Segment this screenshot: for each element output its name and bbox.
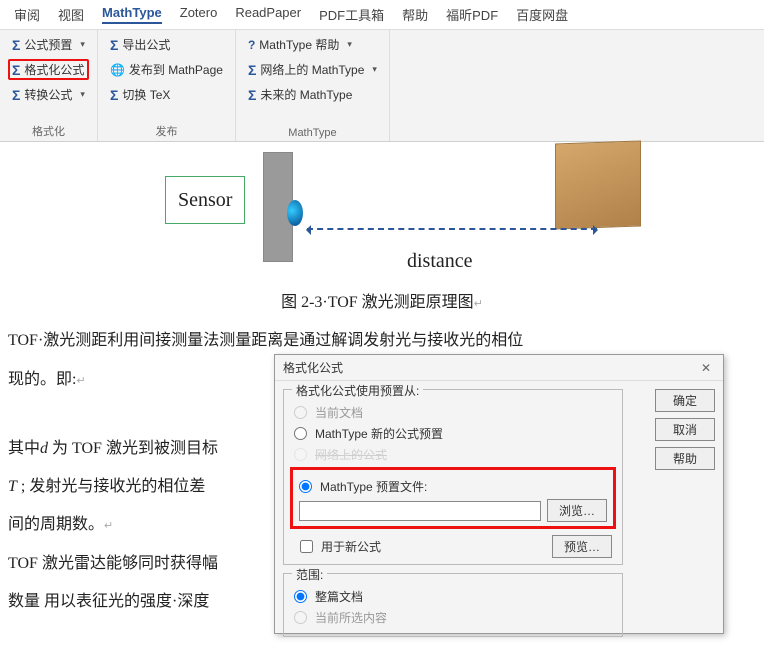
- sigma-icon: Σ: [12, 37, 20, 53]
- mt-help-button[interactable]: ? MathType 帮助 ▾: [244, 34, 381, 55]
- radio-current-doc: 当前文档: [294, 404, 612, 421]
- tab-readpaper[interactable]: ReadPaper: [235, 5, 301, 24]
- cancel-button[interactable]: 取消: [655, 418, 715, 441]
- figure-caption: 图 2-3·TOF 激光测距原理图↵: [8, 288, 756, 318]
- preset-button[interactable]: Σ公式预置 ▾: [8, 34, 89, 55]
- tab-pdftools[interactable]: PDF工具箱: [319, 5, 384, 24]
- format-equation-dialog: 格式化公式 ✕ 确定 取消 帮助 格式化公式使用预置从: 当前文档 MathTy…: [274, 354, 724, 634]
- ribbon-tabs: 审阅 视图 MathType Zotero ReadPaper PDF工具箱 帮…: [0, 0, 764, 30]
- mt-future-label: 未来的 MathType: [260, 86, 352, 103]
- ribbon-group-format: Σ公式预置▾ Σ格式化公式 Σ转换公式▾ 格式化: [0, 30, 98, 141]
- sensor-label: Sensor: [165, 176, 245, 224]
- preset-source-fieldset: 格式化公式使用预置从: 当前文档 MathType 新的公式预置 网络上的公式 …: [283, 389, 623, 565]
- chevron-down-icon: ▾: [80, 89, 85, 100]
- radio-selection: 当前所选内容: [294, 609, 612, 626]
- sigma-icon: Σ: [12, 62, 20, 78]
- close-icon[interactable]: ✕: [697, 361, 715, 375]
- fieldset-legend: 范围:: [292, 566, 327, 583]
- tab-zotero[interactable]: Zotero: [180, 5, 218, 24]
- radio-whole-doc[interactable]: 整篇文档: [294, 588, 612, 605]
- toggle-tex-label: 切换 TeX: [122, 86, 170, 103]
- use-for-new-checkbox[interactable]: 用于新公式: [300, 538, 381, 555]
- publish-label: 发布到 MathPage: [129, 61, 223, 78]
- sigma-icon: Σ: [248, 87, 256, 103]
- tab-mathtype[interactable]: MathType: [102, 5, 162, 24]
- tab-help[interactable]: 帮助: [402, 5, 428, 24]
- dialog-title: 格式化公式: [283, 359, 343, 376]
- preview-button[interactable]: 预览…: [552, 535, 612, 558]
- chevron-down-icon: ▾: [372, 64, 377, 75]
- chevron-down-icon: ▾: [80, 39, 85, 50]
- help-icon: ?: [248, 38, 255, 52]
- target-cube: [555, 140, 641, 229]
- convert-label: 转换公式: [24, 86, 72, 103]
- scope-fieldset: 范围: 整篇文档 当前所选内容: [283, 573, 623, 637]
- sensor-lens: [287, 200, 303, 226]
- radio-preset-file[interactable]: MathType 预置文件:: [299, 478, 607, 495]
- export-button[interactable]: Σ导出公式: [106, 34, 227, 55]
- preset-label: 公式预置: [24, 36, 72, 53]
- distance-label: distance: [407, 242, 473, 280]
- sigma-icon: Σ: [12, 87, 20, 103]
- ribbon-group-mathtype: ? MathType 帮助 ▾ Σ网络上的 MathType ▾ Σ未来的 MathT…: [236, 30, 390, 141]
- tab-view[interactable]: 视图: [58, 5, 84, 24]
- tab-baidu[interactable]: 百度网盘: [516, 5, 568, 24]
- distance-arrow: [307, 228, 597, 230]
- mt-future-button[interactable]: Σ未来的 MathType: [244, 84, 381, 105]
- group-label-format: 格式化: [8, 123, 89, 139]
- tab-foxit[interactable]: 福昕PDF: [446, 5, 498, 24]
- radio-new-preset[interactable]: MathType 新的公式预置: [294, 425, 612, 442]
- mt-web-button[interactable]: Σ网络上的 MathType ▾: [244, 59, 381, 80]
- group-label-publish: 发布: [106, 123, 227, 139]
- mt-web-label: 网络上的 MathType: [260, 61, 364, 78]
- format-equation-label: 格式化公式: [24, 61, 84, 78]
- ok-button[interactable]: 确定: [655, 389, 715, 412]
- convert-button[interactable]: Σ转换公式 ▾: [8, 84, 89, 105]
- export-label: 导出公式: [122, 36, 170, 53]
- sigma-icon: Σ: [110, 87, 118, 103]
- preset-file-input[interactable]: [299, 501, 541, 521]
- toggle-tex-button[interactable]: Σ切换 TeX: [106, 84, 227, 105]
- chevron-down-icon: ▾: [347, 39, 352, 50]
- format-equation-button[interactable]: Σ格式化公式: [8, 59, 89, 80]
- group-label-mathtype: MathType: [244, 127, 381, 139]
- radio-web-preset: 网络上的公式: [294, 446, 612, 463]
- tab-review[interactable]: 审阅: [14, 5, 40, 24]
- figure-diagram: Sensor distance: [87, 152, 677, 282]
- ribbon: Σ公式预置▾ Σ格式化公式 Σ转换公式▾ 格式化 Σ导出公式 🌐发布到 Math…: [0, 30, 764, 142]
- browse-button[interactable]: 浏览…: [547, 499, 607, 522]
- ribbon-group-publish: Σ导出公式 🌐发布到 MathPage Σ切换 TeX 发布: [98, 30, 236, 141]
- preset-file-highlight: MathType 预置文件: 浏览…: [290, 467, 616, 529]
- globe-icon: 🌐: [110, 63, 125, 77]
- help-button[interactable]: 帮助: [655, 447, 715, 470]
- paragraph: TOF·激光测距利用间接测量法测量距离是通过解调发射光与接收光的相位: [8, 326, 756, 356]
- sigma-icon: Σ: [110, 37, 118, 53]
- dialog-titlebar[interactable]: 格式化公式 ✕: [275, 355, 723, 381]
- mt-help-label: MathType 帮助: [259, 36, 339, 53]
- sigma-icon: Σ: [248, 62, 256, 78]
- publish-mathpage-button[interactable]: 🌐 发布到 MathPage: [106, 59, 227, 80]
- fieldset-legend: 格式化公式使用预置从:: [292, 382, 423, 399]
